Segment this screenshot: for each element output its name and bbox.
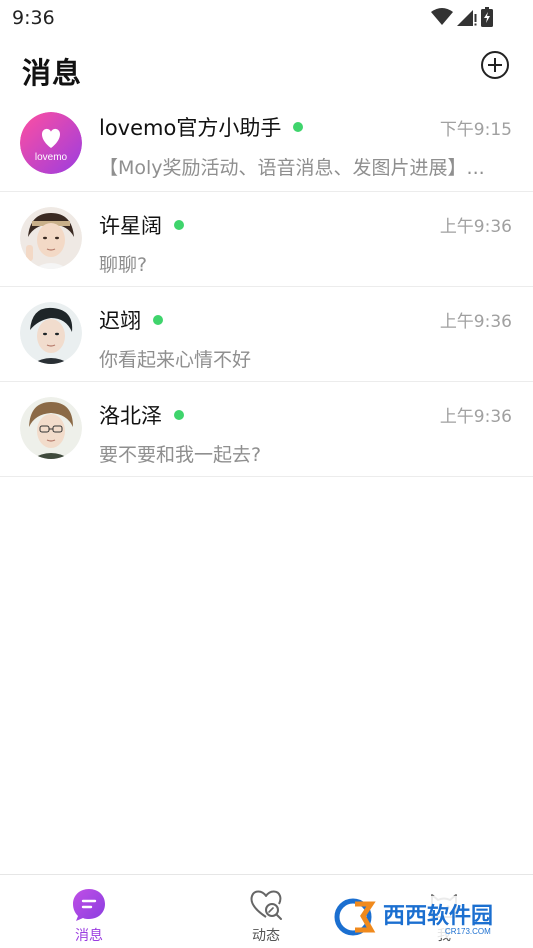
svg-text:lovemo: lovemo [35,152,68,163]
lovemo-logo-icon: lovemo [20,112,82,174]
message-time: 下午9:15 [439,120,512,140]
svg-text:西西软件园: 西西软件园 [383,903,493,928]
heart-search-icon [250,890,282,920]
portrait-avatar-icon [20,207,82,269]
message-preview: 聊聊? [99,254,148,276]
message-list: lovemo lovemo官方小助手 下午9:15 【Moly奖励活动、语音消息… [0,96,533,477]
contact-name: 洛北泽 [99,404,162,428]
watermark-logo: 西西软件园 CR173.COM [333,896,514,938]
online-status-dot [174,410,184,420]
message-time: 上午9:36 [439,407,512,427]
name-row: 迟翊 [99,305,163,335]
message-preview: 你看起来心情不好 [99,349,252,371]
chat-bubble-icon [73,889,105,921]
status-bar: 9:36 [0,0,533,36]
avatar-luo-beize [20,397,82,459]
portrait-avatar-icon [20,302,82,364]
message-preview: 要不要和我一起去? [99,444,262,466]
name-row: 洛北泽 [99,400,184,430]
message-preview: 【Moly奖励活动、语音消息、发图片进展】... [99,157,485,179]
tab-moments[interactable]: 动态 [221,883,311,947]
contact-name: lovemo官方小助手 [99,116,282,140]
message-time: 上午9:36 [439,312,512,332]
add-button[interactable] [480,50,510,80]
status-icons [431,7,493,27]
avatar-chi-yi [20,302,82,364]
list-item[interactable]: 洛北泽 上午9:36 要不要和我一起去? [0,382,533,477]
list-item[interactable]: 许星阔 上午9:36 聊聊? [0,192,533,287]
online-status-dot [174,220,184,230]
wifi-icon [431,8,453,25]
tab-label: 消息 [75,928,103,944]
online-status-dot [153,315,163,325]
battery-icon [481,7,493,27]
tab-messages[interactable]: 消息 [44,883,134,947]
message-time: 上午9:36 [439,217,512,237]
contact-name: 迟翊 [99,309,141,333]
portrait-avatar-icon [20,397,82,459]
svg-text:CR173.COM: CR173.COM [445,927,491,936]
signal-icon [457,10,477,26]
name-row: 许星阔 [99,210,184,240]
header: 消息 [0,36,533,96]
online-status-dot [293,122,304,132]
list-item[interactable]: lovemo lovemo官方小助手 下午9:15 【Moly奖励活动、语音消息… [0,96,533,192]
name-row: lovemo官方小助手 [99,112,304,142]
tab-label: 动态 [252,928,280,944]
avatar-xu-xingkuo [20,207,82,269]
status-time: 9:36 [12,7,55,29]
contact-name: 许星阔 [99,214,162,238]
avatar-lovemo: lovemo [20,112,82,174]
list-item[interactable]: 迟翊 上午9:36 你看起来心情不好 [0,287,533,382]
page-title: 消息 [22,56,83,90]
